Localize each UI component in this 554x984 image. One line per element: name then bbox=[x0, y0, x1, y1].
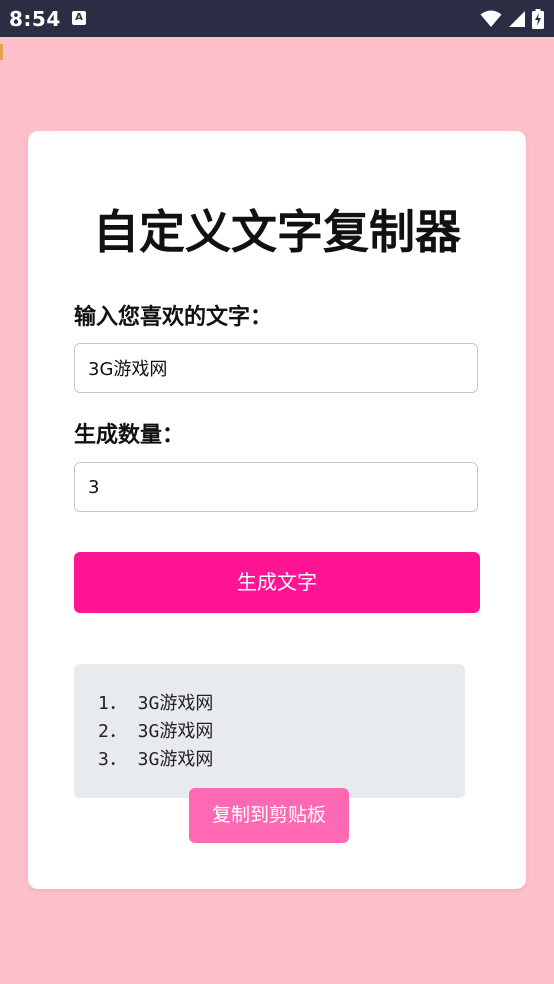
result-output: 1． 3G游戏网 2． 3G游戏网 3． 3G游戏网 bbox=[74, 664, 465, 798]
result-line: 3． 3G游戏网 bbox=[98, 749, 214, 770]
wifi-icon bbox=[480, 10, 502, 27]
copy-to-clipboard-button[interactable]: 复制到剪贴板 bbox=[189, 788, 349, 843]
status-time: 8:54 bbox=[9, 7, 61, 31]
status-icons bbox=[480, 8, 544, 30]
battery-charging-icon bbox=[532, 9, 544, 29]
generate-button[interactable]: 生成文字 bbox=[74, 552, 480, 613]
count-input-label: 生成数量： bbox=[74, 423, 185, 448]
count-input[interactable] bbox=[74, 462, 478, 512]
page-title: 自定义文字复制器 bbox=[93, 205, 461, 259]
app-notification-icon: A bbox=[72, 11, 86, 25]
result-line: 2． 3G游戏网 bbox=[98, 721, 214, 742]
status-bar: 8:54 A bbox=[0, 0, 554, 37]
main-card: 自定义文字复制器 输入您喜欢的文字： 生成数量： 生成文字 1． 3G游戏网 2… bbox=[28, 131, 526, 889]
text-input[interactable] bbox=[74, 343, 478, 393]
cellular-signal-icon bbox=[509, 11, 525, 27]
edge-marker bbox=[0, 44, 3, 60]
result-line: 1． 3G游戏网 bbox=[98, 693, 214, 714]
text-input-label: 输入您喜欢的文字： bbox=[74, 305, 273, 330]
